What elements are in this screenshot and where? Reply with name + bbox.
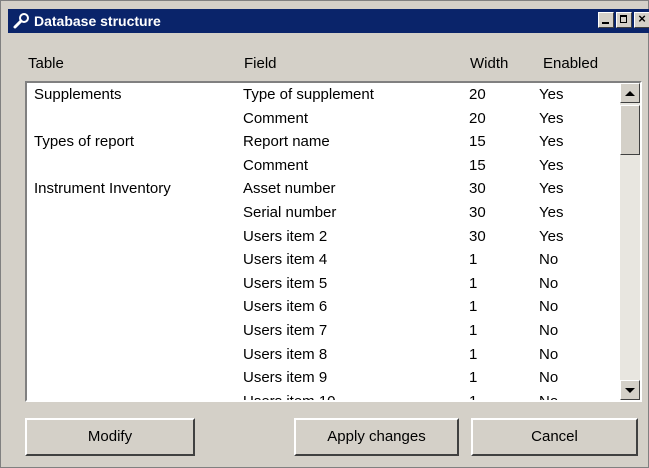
row-field-cell: Users item 10 xyxy=(243,392,336,402)
row-table-cell: Types of report xyxy=(34,133,135,151)
structure-rows: Supplements Type of supplement 20 Yes Commen… xyxy=(27,83,620,402)
row-enabled-cell: Yes xyxy=(539,227,564,245)
row-field-cell: Comment xyxy=(243,156,309,174)
row-width-cell: 1 xyxy=(469,392,478,402)
row-width-cell: 30 xyxy=(469,227,486,245)
row-enabled-cell: No xyxy=(539,345,559,363)
close-button[interactable]: × xyxy=(634,11,649,28)
row-width-cell: 1 xyxy=(469,321,478,339)
row-width-cell: 30 xyxy=(469,180,486,198)
structure-list[interactable]: Supplements Type of supplement 20 Yes Commen… xyxy=(25,81,642,402)
column-header-table: Table xyxy=(28,55,64,72)
row-field-cell: Users item 6 xyxy=(243,298,328,316)
arrow-up-icon xyxy=(625,90,635,96)
row-width-cell: 15 xyxy=(469,133,486,151)
row-enabled-cell: No xyxy=(539,369,559,387)
window-title: Database structure xyxy=(34,13,161,29)
scroll-down-button[interactable] xyxy=(620,380,640,400)
row-width-cell: 30 xyxy=(469,203,486,221)
table-row[interactable]: Comment 15 Yes xyxy=(27,154,620,178)
title-bar[interactable]: Database structure × xyxy=(8,9,649,33)
column-header-enabled: Enabled xyxy=(543,55,599,72)
row-width-cell: 1 xyxy=(469,251,478,269)
table-row[interactable]: Instrument Inventory Asset number 30 Yes xyxy=(27,177,620,201)
database-structure-window: Database structure × Table Field Width E… xyxy=(0,0,649,468)
column-header-field: Field xyxy=(244,55,277,72)
row-field-cell: Users item 4 xyxy=(243,251,328,269)
table-row[interactable]: Users item 10 1 No xyxy=(27,390,620,402)
row-enabled-cell: No xyxy=(539,392,559,402)
row-enabled-cell: Yes xyxy=(539,203,564,221)
vertical-scrollbar[interactable] xyxy=(620,83,640,400)
row-enabled-cell: Yes xyxy=(539,180,564,198)
table-row[interactable]: Comment 20 Yes xyxy=(27,107,620,131)
row-enabled-cell: Yes xyxy=(539,133,564,151)
close-icon: × xyxy=(638,11,646,26)
maximize-icon xyxy=(620,15,627,23)
row-field-cell: Type of supplement xyxy=(243,86,374,103)
scroll-up-button[interactable] xyxy=(620,83,640,103)
row-field-cell: Users item 8 xyxy=(243,345,328,363)
row-enabled-cell: No xyxy=(539,298,559,316)
row-field-cell: Comment xyxy=(243,109,309,127)
minimize-icon xyxy=(602,22,609,24)
row-width-cell: 1 xyxy=(469,298,478,316)
row-field-cell: Asset number xyxy=(243,180,336,198)
row-field-cell: Serial number xyxy=(243,203,337,221)
scroll-thumb[interactable] xyxy=(620,105,640,155)
row-width-cell: 1 xyxy=(469,369,478,387)
row-field-cell: Users item 7 xyxy=(243,321,328,339)
table-row[interactable]: Users item 7 1 No xyxy=(27,319,620,343)
table-row[interactable]: Users item 4 1 No xyxy=(27,248,620,272)
row-field-cell: Users item 5 xyxy=(243,274,328,292)
row-width-cell: 20 xyxy=(469,109,486,127)
row-field-cell: Users item 2 xyxy=(243,227,328,245)
row-enabled-cell: Yes xyxy=(539,156,564,174)
row-table-cell: Supplements xyxy=(34,86,122,103)
row-width-cell: 20 xyxy=(469,86,486,103)
modify-button[interactable]: Modify xyxy=(25,418,195,456)
table-row[interactable]: Supplements Type of supplement 20 Yes xyxy=(27,83,620,107)
minimize-button[interactable] xyxy=(598,12,614,28)
row-enabled-cell: No xyxy=(539,251,559,269)
maximize-button[interactable] xyxy=(616,12,632,28)
table-row[interactable]: Serial number 30 Yes xyxy=(27,201,620,225)
apply-changes-button[interactable]: Apply changes xyxy=(294,418,459,456)
row-table-cell: Instrument Inventory xyxy=(34,180,171,198)
table-row[interactable]: Users item 9 1 No xyxy=(27,366,620,390)
table-row[interactable]: Users item 2 30 Yes xyxy=(27,225,620,249)
cancel-button[interactable]: Cancel xyxy=(471,418,638,456)
row-width-cell: 1 xyxy=(469,345,478,363)
row-enabled-cell: Yes xyxy=(539,109,564,127)
table-row[interactable]: Users item 6 1 No xyxy=(27,295,620,319)
row-field-cell: Report name xyxy=(243,133,330,151)
table-row[interactable]: Types of report Report name 15 Yes xyxy=(27,130,620,154)
column-header-width: Width xyxy=(470,55,509,72)
arrow-down-icon xyxy=(625,387,635,393)
wrench-icon xyxy=(12,11,32,31)
row-enabled-cell: No xyxy=(539,274,559,292)
table-row[interactable]: Users item 5 1 No xyxy=(27,272,620,296)
table-row[interactable]: Users item 8 1 No xyxy=(27,343,620,367)
row-enabled-cell: No xyxy=(539,321,559,339)
row-width-cell: 15 xyxy=(469,156,486,174)
row-width-cell: 1 xyxy=(469,274,478,292)
row-enabled-cell: Yes xyxy=(539,86,564,103)
row-field-cell: Users item 9 xyxy=(243,369,328,387)
